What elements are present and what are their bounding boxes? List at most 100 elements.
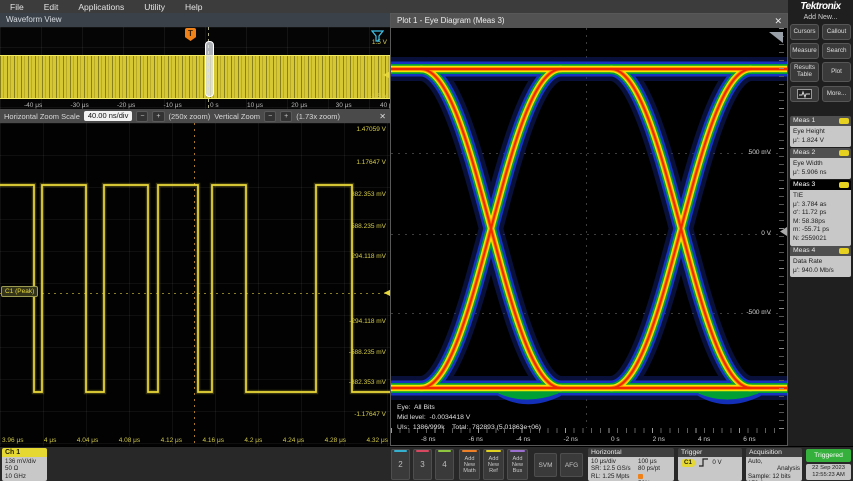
add-cursors-button[interactable]: Cursors xyxy=(790,24,819,40)
waveform-view-title: Waveform View xyxy=(6,15,62,24)
menu-utility[interactable]: Utility xyxy=(134,2,175,12)
eye-diagram-window: Plot 1 - Eye Diagram (Meas 3) ✕ xyxy=(390,13,788,446)
button-label: AFG xyxy=(565,462,578,469)
meas-result-line: σ': 11.72 ps xyxy=(793,209,848,218)
meas4-badge[interactable]: Meas 4 Data Rateμ': 940.0 Mb/s xyxy=(790,246,851,277)
trigger-badge[interactable]: Trigger C1 0 V xyxy=(678,448,742,481)
channel-peak-badge[interactable]: C1 (Peak) xyxy=(1,286,38,297)
acquisition-title: Acquisition xyxy=(746,448,802,457)
h-zoom-increase-button[interactable]: + xyxy=(152,111,164,122)
svm-button[interactable]: SVM xyxy=(534,453,557,477)
add-new-ref-button[interactable]: AddNewRef xyxy=(483,449,504,480)
meas-nav-icon[interactable] xyxy=(839,150,849,156)
horizontal-badge[interactable]: Horizontal 10 μs/divSR: 12.5 GS/sRL: 1.2… xyxy=(588,448,674,481)
button-label: 2 xyxy=(398,460,402,469)
meas2-badge[interactable]: Meas 2 Eye Widthμ': 5.906 ns xyxy=(790,148,851,179)
channel4-button[interactable]: 4 xyxy=(435,449,454,480)
acquisition-mode: Auto, Analysis xyxy=(748,458,800,473)
meas1-badge[interactable]: Meas 1 Eye Heightμ': 1.824 V xyxy=(790,116,851,147)
waveform-overview-plot[interactable]: T 1.5 V -1.5 V ◀ -40 μs-30 μs-20 μs-10 μ… xyxy=(0,27,390,109)
trigger-status-button[interactable]: Triggered xyxy=(806,449,851,462)
right-sidebar: Tektronix Add New... Cursors Callout Mea… xyxy=(788,0,853,446)
overview-x-tick-label: -40 μs xyxy=(24,102,42,109)
more-button[interactable]: More... xyxy=(822,86,851,102)
eye-annotation-uis: UIs: 1386/999k Total: 782893 (5.01863e+0… xyxy=(397,424,541,431)
zoom-window-handle[interactable] xyxy=(205,41,214,97)
add-callout-button[interactable]: Callout xyxy=(822,24,851,40)
zoom-x-tick-label: 3.96 μs xyxy=(2,437,23,444)
add-new-math-button[interactable]: AddNewMath xyxy=(459,449,480,480)
acquisition-badge[interactable]: Acquisition Auto, Analysis Sample: 12 bi… xyxy=(746,448,802,481)
button-label-line: Add xyxy=(488,456,499,462)
add-measure-button[interactable]: Measure xyxy=(790,43,819,59)
add-new-bus-button[interactable]: AddNewBus xyxy=(507,449,528,480)
eye-close-icon[interactable]: ✕ xyxy=(774,14,782,28)
eye-diagram-title: Plot 1 - Eye Diagram (Meas 3) xyxy=(397,16,505,25)
add-search-button[interactable]: Search xyxy=(822,43,851,59)
menu-file[interactable]: File xyxy=(0,2,34,12)
horizontal-zoom-scale-label: Horizontal Zoom Scale xyxy=(4,112,80,121)
add-results-table-button[interactable]: Results Table xyxy=(790,62,819,82)
menu-edit[interactable]: Edit xyxy=(34,2,69,12)
eye-y-tick-label: 500 mV xyxy=(749,149,771,156)
meas-title: Meas 1 xyxy=(793,117,815,124)
v-zoom-increase-button[interactable]: + xyxy=(280,111,292,122)
eye-x-tick-label: 2 ns xyxy=(653,436,665,443)
horizontal-setting: 50% xyxy=(638,473,660,481)
horizontal-zoom-scale-value[interactable]: 40.00 ns/div xyxy=(84,111,132,121)
v-zoom-decrease-button[interactable]: − xyxy=(264,111,276,122)
channel1-setting-line: 50 Ω xyxy=(5,465,44,472)
zoom-x-axis: 3.96 μs4 μs4.04 μs4.08 μs4.12 μs4.16 μs4… xyxy=(2,437,388,444)
vertical-zoom-factor: (1.73x zoom) xyxy=(296,112,340,121)
meas-nav-icon[interactable] xyxy=(839,182,849,188)
menu-help[interactable]: Help xyxy=(175,2,212,12)
zoom-y-tick-label: -588.235 mV xyxy=(349,349,386,356)
zoom-x-tick-label: 4.32 μs xyxy=(367,437,388,444)
meas-nav-icon[interactable] xyxy=(839,248,849,254)
horizontal-setting: 100 μs xyxy=(638,458,660,465)
zoom-close-icon[interactable]: ✕ xyxy=(379,112,386,121)
h-zoom-decrease-button[interactable]: − xyxy=(136,111,148,122)
overview-x-tick-label: 0 s xyxy=(210,102,219,109)
zoom-funnel-icon[interactable] xyxy=(371,30,384,42)
eye-x-tick-label: -6 ns xyxy=(468,436,482,443)
overview-x-tick-label: -30 μs xyxy=(71,102,89,109)
eye-annotation-bits: Eye: All Bits xyxy=(397,404,435,411)
overview-x-tick-label: -10 μs xyxy=(164,102,182,109)
meas-result-line: N: 2559021 xyxy=(793,235,848,244)
zoom-toolbar: Horizontal Zoom Scale 40.00 ns/div − + (… xyxy=(0,109,390,123)
afg-button[interactable]: AFG xyxy=(560,453,583,477)
eye-diagram-titlebar[interactable]: Plot 1 - Eye Diagram (Meas 3) xyxy=(391,14,787,28)
channel2-button[interactable]: 2 xyxy=(391,449,410,480)
zoom-x-tick-label: 4.16 μs xyxy=(203,437,224,444)
zoom-y-tick-label: 588.235 mV xyxy=(351,223,386,230)
button-label-line: New xyxy=(488,462,499,468)
eye-x-tick-label: 0 s xyxy=(611,436,620,443)
button-label: Measure xyxy=(792,48,817,55)
button-label: SVM xyxy=(538,462,552,469)
meas-result-line: TIE xyxy=(793,192,848,201)
eye-y-tick-label: 0 V xyxy=(761,230,771,237)
zoom-x-tick-label: 4 μs xyxy=(44,437,56,444)
meas3-badge[interactable]: Meas 3 TIEμ': 3.784 asσ': 11.72 psM: 58.… xyxy=(790,180,851,246)
meas-result-line: μ': 940.0 Mb/s xyxy=(793,267,848,276)
channel1-level-marker-icon[interactable]: ◀ xyxy=(383,71,389,79)
channel3-button[interactable]: 3 xyxy=(413,449,432,480)
meas-result-line: Data Rate xyxy=(793,258,848,267)
datetime-display[interactable]: 22 Sep 202312:55:23 AM xyxy=(806,464,851,480)
menu-applications[interactable]: Applications xyxy=(68,2,134,12)
zoom-x-tick-label: 4.04 μs xyxy=(77,437,98,444)
button-label: More... xyxy=(827,91,847,98)
display-settings-button[interactable] xyxy=(790,86,819,102)
channel1-name: Ch 1 xyxy=(2,448,47,457)
zoomed-waveform-plot[interactable]: 1.47059 V 1.17647 V 882.353 mV 588.235 m… xyxy=(0,123,390,446)
trigger-level-value: 0 V xyxy=(712,459,721,466)
button-label-line: Add xyxy=(512,456,523,462)
zoom-y-tick-label: -294.118 mV xyxy=(349,318,386,325)
add-plot-button[interactable]: Plot xyxy=(822,62,851,82)
eye-diagram-plot[interactable]: 500 mV 0 V -500 mV Eye: All Bits Mid lev… xyxy=(391,28,787,445)
meas-nav-icon[interactable] xyxy=(839,118,849,124)
meas-result-line: Eye Width xyxy=(793,160,848,169)
channel1-badge[interactable]: Ch 1 136 mV/div50 Ω10 GHz xyxy=(2,448,47,481)
meas-result-line: μ': 5.906 ns xyxy=(793,169,848,178)
